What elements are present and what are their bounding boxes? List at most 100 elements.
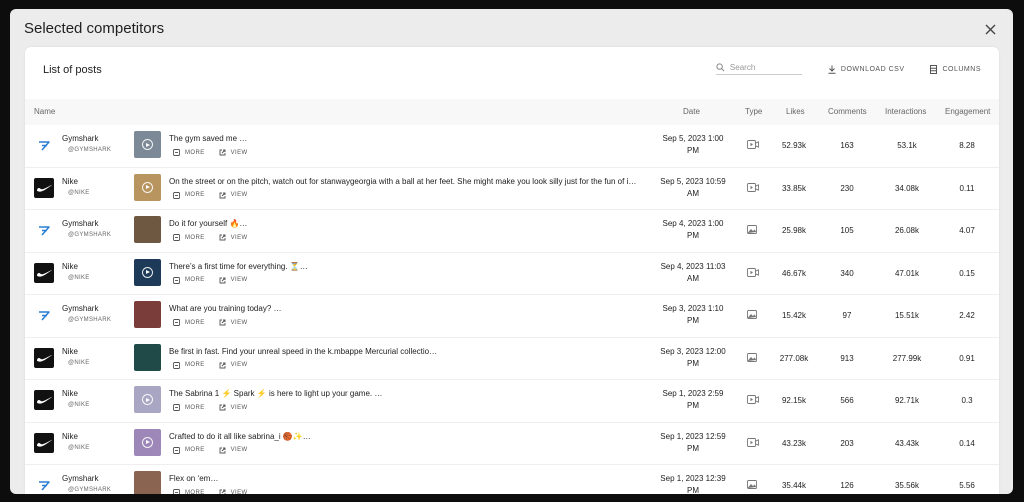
header-name[interactable]: Name [34,107,55,116]
more-button[interactable]: MORE [173,446,205,454]
post-thumbnail[interactable] [134,428,161,456]
post-actions: MORE VIEW [173,319,248,326]
account-handle: @NIKE [68,402,90,408]
table-row[interactable]: Gymshark @GYMSHARK Do it for yourself 🔥…… [25,210,999,253]
columns-button[interactable]: COLUMNS [930,64,981,74]
gymshark-logo-icon [39,481,50,491]
likes-value: 25.98k [781,226,807,235]
post-date-line-2: PM [687,231,699,240]
modal-title: Selected competitors [24,20,165,37]
post-actions: MORE VIEW [173,404,248,411]
post-date-line-1: Sep 5, 2023 1:00 [662,134,724,143]
header-interactions[interactable]: Interactions [885,107,926,116]
table-row[interactable]: Gymshark @GYMSHARK Flex on ‘em… MORE VIE… [25,465,999,494]
header-likes[interactable]: Likes [786,107,805,116]
post-actions: MORE VIEW [173,191,248,199]
more-label: MORE [185,447,205,453]
view-button[interactable]: VIEW [219,404,248,411]
posts-table-body: Gymshark @GYMSHARK The gym saved me … MO… [25,125,999,494]
account-handle: @GYMSHARK [68,317,112,323]
account-name: Nike [62,389,79,398]
table-row[interactable]: Nike @NIKE The Sabrina 1 ⚡ Spark ⚡ is he… [25,380,999,423]
view-button[interactable]: VIEW [219,277,248,284]
video-icon [747,437,759,447]
post-thumbnail[interactable] [134,301,161,328]
post-thumbnail[interactable] [134,173,161,201]
post-caption: Do it for yourself 🔥… [169,219,248,228]
table-row[interactable]: Gymshark @GYMSHARK The gym saved me … MO… [25,125,999,168]
view-button[interactable]: VIEW [219,149,248,156]
more-button[interactable]: MORE [173,361,205,369]
view-button[interactable]: VIEW [219,192,248,199]
comments-value: 913 [840,353,854,363]
post-date: Sep 5, 2023 1:00 PM [651,133,735,157]
account-handle: @NIKE [68,189,90,196]
more-icon [173,361,180,369]
image-icon [747,352,757,362]
brand-logo [34,390,54,410]
post-type [747,267,759,279]
video-icon [747,182,759,192]
play-icon [142,139,153,150]
table-row[interactable]: Nike @NIKE There’s a first time for ever… [25,253,999,295]
post-thumbnail[interactable] [134,386,161,413]
table-row[interactable]: Nike @NIKE Be first in fast. Find your u… [25,338,999,380]
view-button[interactable]: VIEW [219,234,248,241]
post-thumbnail[interactable] [134,471,161,494]
close-button[interactable] [981,20,999,38]
header-comments[interactable]: Comments [828,107,867,116]
more-button[interactable]: MORE [173,404,205,411]
columns-icon [930,64,938,74]
external-link-icon [219,404,226,411]
header-date[interactable]: Date [683,107,700,116]
engagement-value: 0.14 [959,438,975,448]
post-date: Sep 3, 2023 12:00 PM [651,346,735,370]
view-label: VIEW [230,319,248,326]
play-icon [142,266,153,278]
more-button[interactable]: MORE [173,234,205,241]
post-type [747,437,759,449]
more-button[interactable]: MORE [173,319,205,326]
comments-value: 230 [840,183,854,193]
post-thumbnail[interactable] [134,258,161,286]
post-thumbnail[interactable] [134,131,161,158]
account-name: Gymshark [62,474,99,483]
more-icon [173,191,180,199]
more-icon [173,489,180,494]
external-link-icon [219,149,226,156]
more-label: MORE [185,319,205,326]
interactions-value: 35.56k [894,481,920,490]
brand-logo [34,432,54,453]
card-title: List of posts [43,64,102,76]
account-handle: @NIKE [68,444,90,451]
download-csv-button[interactable]: DOWNLOAD CSV [828,65,905,74]
table-row[interactable]: Nike @NIKE Crafted to do it all like sab… [25,423,999,465]
download-csv-label: DOWNLOAD CSV [840,65,905,73]
table-row[interactable]: Nike @NIKE On the street or on the pitch… [25,168,999,210]
header-engagement[interactable]: Engagement [945,107,990,116]
table-row[interactable]: Gymshark @GYMSHARK What are you training… [25,295,999,338]
search-icon [716,63,725,72]
more-label: MORE [185,149,205,156]
brand-logo [34,347,54,368]
nike-swoosh-icon [36,354,52,362]
view-button[interactable]: VIEW [219,489,248,494]
more-button[interactable]: MORE [173,489,205,494]
view-button[interactable]: VIEW [219,362,248,369]
post-type [747,352,757,364]
more-icon [173,319,180,326]
post-thumbnail[interactable] [134,216,161,243]
external-link-icon [219,192,226,198]
view-button[interactable]: VIEW [219,319,248,326]
header-type[interactable]: Type [745,107,762,116]
view-label: VIEW [230,234,248,241]
more-button[interactable]: MORE [173,149,205,156]
more-button[interactable]: MORE [173,191,205,199]
post-thumbnail[interactable] [134,343,161,371]
view-button[interactable]: VIEW [219,447,248,454]
search-input[interactable] [729,63,800,72]
view-label: VIEW [230,277,248,283]
more-button[interactable]: MORE [173,276,205,284]
external-link-icon [219,319,226,326]
more-icon [173,149,180,156]
